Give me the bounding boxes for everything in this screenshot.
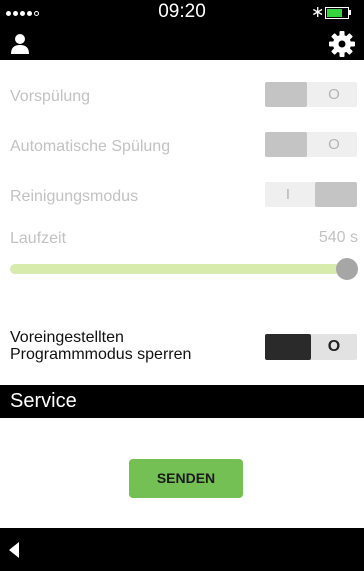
programm-sperren-label: Voreingestellten Programmmodus sperren <box>10 329 191 363</box>
laufzeit-slider-fill <box>10 264 340 274</box>
send-button[interactable]: SENDEN <box>129 459 243 498</box>
bluetooth-icon: ∗ <box>311 4 325 21</box>
app-bar <box>0 28 364 60</box>
battery-level <box>327 9 342 17</box>
toggle-knob <box>265 132 307 157</box>
reinigungsmodus-toggle[interactable]: I <box>265 182 357 207</box>
toggle-knob <box>265 82 307 107</box>
gear-icon[interactable] <box>328 30 356 58</box>
laufzeit-slider-thumb[interactable] <box>336 258 358 280</box>
vorspuelung-label: Vorspülung <box>10 88 91 105</box>
toggle-symbol: O <box>328 136 340 153</box>
status-bar: 09:20 ∗ <box>0 0 364 28</box>
toggle-symbol: I <box>285 186 291 203</box>
automatische-spuelung-label: Automatische Spülung <box>10 138 171 155</box>
battery-cap <box>349 10 351 15</box>
automatische-spuelung-toggle[interactable]: O <box>265 132 357 157</box>
toggle-knob <box>265 334 311 360</box>
user-icon[interactable] <box>9 33 31 55</box>
programm-sperren-toggle[interactable]: O <box>265 334 357 360</box>
bottom-bar <box>0 528 364 571</box>
toggle-symbol: O <box>327 338 341 355</box>
reinigungsmodus-label: Reinigungsmodus <box>10 188 139 205</box>
service-title: Service <box>10 390 77 412</box>
laufzeit-value: 540 s <box>318 229 358 246</box>
battery-icon <box>325 7 349 19</box>
service-header: Service <box>0 385 364 418</box>
back-arrow-icon[interactable] <box>9 542 19 558</box>
laufzeit-label: Laufzeit <box>10 230 67 247</box>
status-time: 09:20 <box>158 1 206 22</box>
vorspuelung-toggle[interactable]: O <box>265 82 357 107</box>
toggle-knob <box>315 182 357 207</box>
toggle-symbol: O <box>328 86 340 103</box>
programm-sperren-label-line1: Voreingestellten <box>10 329 124 346</box>
programm-sperren-label-line2: Programmmodus sperren <box>10 346 192 363</box>
laufzeit-slider-track[interactable] <box>10 264 340 274</box>
